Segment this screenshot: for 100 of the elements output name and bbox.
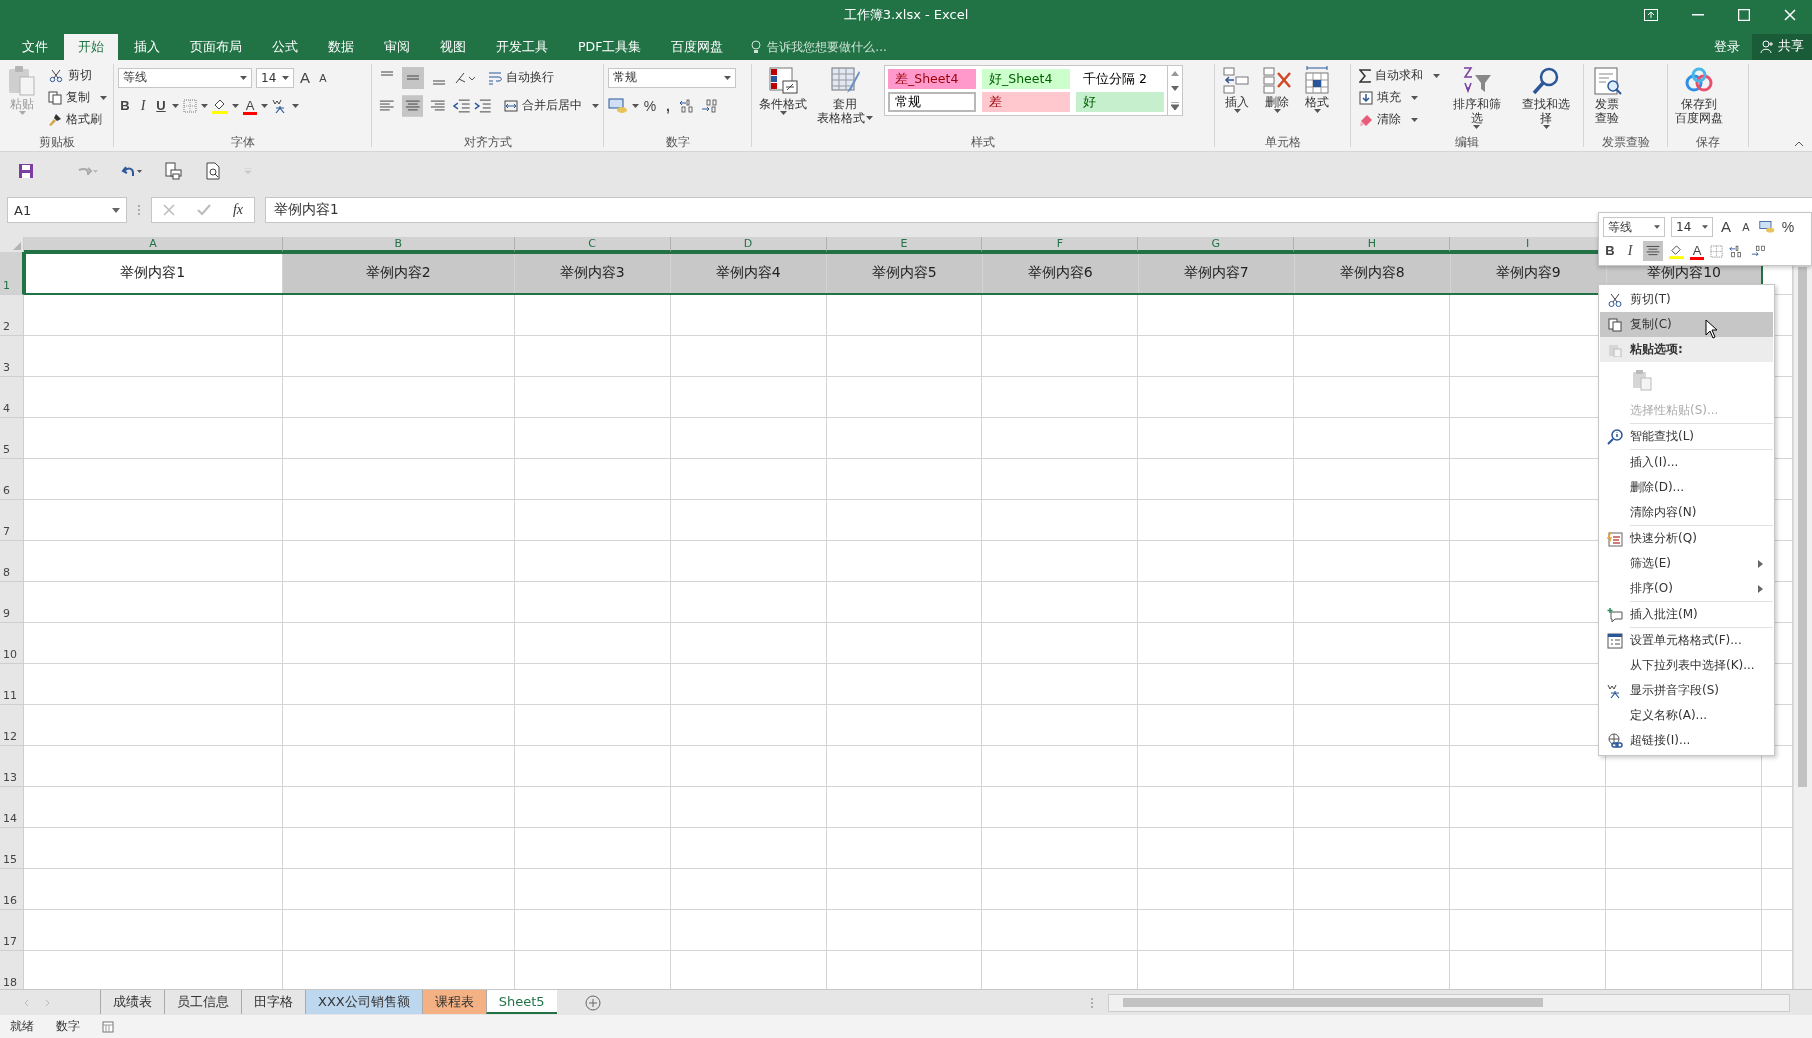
document-search-icon[interactable] <box>204 161 222 180</box>
clear-button[interactable]: 清除 <box>1359 109 1440 130</box>
increase-indent-icon[interactable] <box>474 98 492 113</box>
context-menu-item[interactable]: 排序(O) <box>1600 576 1773 601</box>
gallery-scrollbar[interactable] <box>1167 65 1182 115</box>
maximize-icon[interactable] <box>1738 9 1750 21</box>
fill-color-icon[interactable] <box>1669 243 1684 259</box>
row-header[interactable]: 18 <box>0 951 24 990</box>
format-cells-button[interactable]: 格式 <box>1299 62 1335 115</box>
row-header[interactable]: 13 <box>0 746 24 788</box>
checkmark-icon[interactable] <box>196 204 211 217</box>
cut-button[interactable]: 剪切 <box>48 65 107 86</box>
invoice-check-button[interactable]: 发票 查验 <box>1588 62 1626 127</box>
ribbon-tab[interactable]: 公式 <box>258 33 312 60</box>
context-menu-item[interactable]: 快速分析(Q) <box>1600 526 1773 551</box>
autosum-button[interactable]: 自动求和 <box>1359 65 1440 86</box>
row-header[interactable]: 9 <box>0 582 24 624</box>
italic-button[interactable]: I <box>136 95 150 116</box>
context-menu-item[interactable]: 智能查找(L) <box>1600 424 1773 449</box>
cancel-icon[interactable] <box>162 204 175 217</box>
sheet-tab[interactable]: XXX公司销售额 <box>305 990 422 1015</box>
bold-button[interactable]: B <box>118 95 132 116</box>
cell-style-option[interactable]: 常规 <box>888 91 976 112</box>
font-name-dropdown[interactable]: 等线 <box>1603 217 1665 237</box>
cell-style-option[interactable]: 差 <box>982 91 1070 112</box>
fill-color-icon[interactable] <box>212 97 228 114</box>
context-menu-item[interactable]: 从下拉列表中选择(K)... <box>1600 653 1773 678</box>
font-color-button[interactable]: A <box>1690 242 1704 260</box>
close-icon[interactable] <box>1784 9 1796 21</box>
column-header[interactable]: F <box>982 237 1139 253</box>
format-as-table-button[interactable]: 套用 表格格式 <box>814 62 876 127</box>
sheet-tab[interactable]: 课程表 <box>421 990 486 1015</box>
tell-me-field[interactable]: 告诉我您想要做什么... <box>765 38 950 55</box>
row-header[interactable]: 1 <box>0 252 24 296</box>
ribbon-tab[interactable]: 审阅 <box>370 33 424 60</box>
number-format-dropdown[interactable]: 常规 <box>608 67 736 88</box>
context-menu-item[interactable]: 复制(C) <box>1600 312 1773 337</box>
ribbon-tab[interactable]: 插入 <box>120 33 174 60</box>
ribbon-tab[interactable]: 视图 <box>426 33 480 60</box>
share-button[interactable]: 共享 <box>1752 33 1812 60</box>
ribbon-tab[interactable]: 页面布局 <box>176 33 256 60</box>
decrease-font-size-button[interactable]: A <box>316 67 330 88</box>
context-menu-item[interactable]: 删除(D)... <box>1600 475 1773 500</box>
currency-icon[interactable] <box>608 97 628 114</box>
name-box[interactable]: A1 <box>7 197 127 224</box>
ribbon-tab[interactable]: 百度网盘 <box>657 33 738 60</box>
insert-cells-button[interactable]: 插入 <box>1219 62 1255 115</box>
delete-cells-button[interactable]: 删除 <box>1259 62 1295 115</box>
merge-center-button[interactable]: 合并后居中 <box>503 95 599 116</box>
print-preview-icon[interactable] <box>164 161 182 180</box>
context-menu-item[interactable]: 超链接(I)... <box>1600 728 1773 753</box>
context-menu-item[interactable]: 插入(I)... <box>1600 450 1773 475</box>
percent-button[interactable]: % <box>643 95 657 116</box>
add-sheet-icon[interactable] <box>584 994 601 1011</box>
scroll-down-icon[interactable] <box>1171 86 1179 92</box>
row-header[interactable]: 10 <box>0 623 24 665</box>
sign-in-link[interactable]: 登录 <box>1714 33 1740 60</box>
comma-style-button[interactable]: , <box>661 95 675 116</box>
font-size-dropdown[interactable]: 14 <box>256 67 294 88</box>
cell-style-option[interactable]: 差_Sheet4 <box>888 68 976 89</box>
save-to-cloud-button[interactable]: 保存到 百度网盘 <box>1672 62 1726 127</box>
decrease-decimal-icon[interactable] <box>1751 244 1767 258</box>
vertical-align-icon[interactable] <box>402 66 424 89</box>
cell-style-option[interactable]: 好_Sheet4 <box>982 68 1070 89</box>
currency-icon[interactable] <box>1759 220 1775 234</box>
ribbon-display-icon[interactable] <box>1644 9 1658 21</box>
borders-icon[interactable] <box>1710 244 1723 258</box>
font-color-button[interactable]: A <box>243 96 257 115</box>
wrap-text-button[interactable]: 自动换行 <box>488 67 554 88</box>
splitter-icon[interactable] <box>1090 996 1094 1009</box>
context-menu-item[interactable]: 显示拼音字段(S) <box>1600 678 1773 703</box>
horizontal-scrollbar[interactable] <box>1108 993 1790 1012</box>
row-header[interactable]: 17 <box>0 910 24 952</box>
sheet-tab[interactable]: Sheet5 <box>485 990 557 1015</box>
ribbon-tab[interactable]: 数据 <box>314 33 368 60</box>
insert-function-button[interactable]: fx <box>232 202 243 219</box>
sheet-tab[interactable]: 成绩表 <box>100 990 164 1015</box>
minimize-icon[interactable] <box>1692 14 1704 16</box>
borders-icon[interactable] <box>183 98 197 113</box>
save-icon[interactable] <box>18 162 34 179</box>
context-menu-item[interactable]: 定义名称(A)... <box>1600 703 1773 728</box>
ribbon-tab[interactable]: 开发工具 <box>482 33 562 60</box>
format-painter-button[interactable]: 格式刷 <box>48 109 107 130</box>
row-header[interactable]: 12 <box>0 705 24 747</box>
row-header[interactable]: 5 <box>0 418 24 460</box>
underline-button[interactable]: U <box>154 95 168 116</box>
column-header[interactable]: G <box>1138 237 1295 253</box>
row-header[interactable]: 15 <box>0 828 24 870</box>
expand-gallery-icon[interactable] <box>1171 101 1179 110</box>
conditional-formatting-button[interactable]: 条件格式 <box>756 62 810 117</box>
sort-filter-button[interactable]: 排序和筛选 <box>1444 62 1510 131</box>
row-header[interactable]: 11 <box>0 664 24 706</box>
center-align-icon[interactable] <box>1643 241 1663 261</box>
cell-style-option[interactable]: 好 <box>1076 91 1164 112</box>
context-menu-item[interactable]: 粘贴选项: <box>1600 337 1773 362</box>
ribbon-tab[interactable]: PDF工具集 <box>564 33 656 60</box>
macro-record-icon[interactable] <box>102 1020 114 1033</box>
context-menu-item[interactable]: 插入批注(M) <box>1600 602 1773 627</box>
horizontal-align-icon[interactable] <box>401 94 424 117</box>
fill-button[interactable]: 填充 <box>1359 87 1440 108</box>
